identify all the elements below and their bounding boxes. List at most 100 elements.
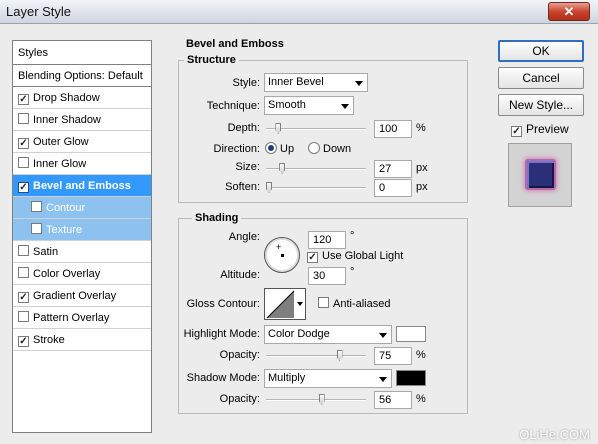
angle-unit: ° xyxy=(350,230,355,242)
angle-dial[interactable]: + xyxy=(264,237,300,273)
style-checkbox[interactable] xyxy=(18,157,29,168)
shadow-mode-label: Shadow Mode: xyxy=(186,372,260,384)
soften-label: Soften: xyxy=(225,181,260,193)
depth-input[interactable]: 100 xyxy=(374,120,412,138)
style-item-label: Inner Shadow xyxy=(33,114,101,126)
ok-button[interactable]: OK xyxy=(498,40,584,62)
angle-label: Angle: xyxy=(228,231,260,243)
style-item-texture[interactable]: Texture xyxy=(13,219,151,241)
style-item-pattern-overlay[interactable]: Pattern Overlay xyxy=(13,307,151,329)
depth-label: Depth: xyxy=(227,122,260,134)
style-item-satin[interactable]: Satin xyxy=(13,241,151,263)
style-item-label: Color Overlay xyxy=(33,268,101,280)
shadow-opacity-input[interactable]: 56 xyxy=(374,391,412,409)
style-item-color-overlay[interactable]: Color Overlay xyxy=(13,263,151,285)
style-checkbox[interactable] xyxy=(18,267,29,278)
highlight-opacity-slider[interactable] xyxy=(266,350,366,361)
direction-up-label: Up xyxy=(280,143,295,155)
shadow-opacity-label: Opacity: xyxy=(219,393,260,405)
dialog-client: Styles Blending Options: Default ✓ Drop S… xyxy=(0,24,598,444)
style-checkbox[interactable]: ✓ xyxy=(18,292,29,303)
style-item-drop-shadow[interactable]: ✓ Drop Shadow xyxy=(13,87,151,109)
direction-down-label: Down xyxy=(323,143,352,155)
style-item-outer-glow[interactable]: ✓ Outer Glow xyxy=(13,131,151,153)
altitude-input[interactable]: 30 xyxy=(308,267,346,285)
highlight-opacity-label: Opacity: xyxy=(219,349,260,361)
anti-aliased-checkbox[interactable] xyxy=(318,297,329,308)
style-item-label: Stroke xyxy=(33,334,65,346)
close-icon: ✕ xyxy=(563,4,575,19)
gloss-contour-label: Gloss Contour: xyxy=(186,298,260,310)
style-item-label: Drop Shadow xyxy=(33,92,100,104)
styles-header[interactable]: Styles xyxy=(13,41,151,65)
direction-up-radio[interactable] xyxy=(265,142,277,154)
bevel-emboss-title: Bevel and Emboss xyxy=(186,38,284,50)
style-checkbox[interactable] xyxy=(18,245,29,256)
highlight-color-swatch[interactable] xyxy=(396,326,426,342)
global-light-row[interactable]: ✓ Use Global Light xyxy=(307,250,403,263)
style-item-contour[interactable]: Contour xyxy=(13,197,151,219)
soften-unit: px xyxy=(416,181,428,193)
style-item-gradient-overlay[interactable]: ✓ Gradient Overlay xyxy=(13,285,151,307)
style-checkbox[interactable]: ✓ xyxy=(18,336,29,347)
soften-slider[interactable] xyxy=(266,182,366,193)
style-checkbox[interactable] xyxy=(31,223,42,234)
structure-title: Structure xyxy=(184,54,239,66)
style-item-label: Bevel and Emboss xyxy=(33,180,131,192)
size-slider[interactable] xyxy=(266,163,366,174)
anti-aliased-row[interactable]: Anti-aliased xyxy=(318,297,390,310)
style-checkbox[interactable]: ✓ xyxy=(18,94,29,105)
highlight-mode-value: Color Dodge xyxy=(268,328,330,340)
depth-slider[interactable] xyxy=(266,123,366,134)
style-item-inner-shadow[interactable]: Inner Shadow xyxy=(13,109,151,131)
gloss-contour-picker[interactable] xyxy=(264,288,306,320)
style-checkbox[interactable] xyxy=(18,113,29,124)
shadow-color-swatch[interactable] xyxy=(396,370,426,386)
altitude-unit: ° xyxy=(350,266,355,278)
technique-dropdown-value: Smooth xyxy=(268,99,306,111)
size-unit: px xyxy=(416,162,428,174)
highlight-mode-label: Highlight Mode: xyxy=(183,328,260,340)
preview-checkbox-row[interactable]: ✓ Preview xyxy=(511,122,569,137)
crosshair-icon: + xyxy=(276,242,282,252)
highlight-opacity-input[interactable]: 75 xyxy=(374,347,412,365)
technique-dropdown[interactable]: Smooth xyxy=(264,96,354,115)
style-checkbox[interactable]: ✓ xyxy=(18,182,29,193)
style-checkbox[interactable]: ✓ xyxy=(18,138,29,149)
style-item-bevel-and-emboss[interactable]: ✓ Bevel and Emboss xyxy=(13,175,151,197)
angle-dial-center xyxy=(281,254,284,257)
angle-input[interactable]: 120 xyxy=(308,231,346,249)
contour-preview-icon xyxy=(266,290,295,319)
cancel-button[interactable]: Cancel xyxy=(498,67,584,89)
close-button[interactable]: ✕ xyxy=(548,2,590,21)
global-light-label: Use Global Light xyxy=(322,250,404,262)
chevron-down-icon xyxy=(379,333,387,338)
style-checkbox[interactable] xyxy=(31,201,42,212)
chevron-down-icon xyxy=(341,104,349,109)
style-item-label: Contour xyxy=(46,202,86,214)
depth-unit: % xyxy=(416,122,426,134)
chevron-down-icon xyxy=(379,377,387,382)
title-bar[interactable]: Layer Style ✕ xyxy=(0,0,598,24)
style-checkbox[interactable] xyxy=(18,311,29,322)
shadow-mode-dropdown[interactable]: Multiply xyxy=(264,369,392,388)
global-light-checkbox[interactable]: ✓ xyxy=(307,252,318,263)
style-dropdown[interactable]: Inner Bevel xyxy=(264,73,368,92)
blending-options-item[interactable]: Blending Options: Default xyxy=(13,65,151,87)
preview-checkbox[interactable]: ✓ xyxy=(511,126,522,137)
style-item-label: Pattern Overlay xyxy=(33,312,110,324)
window-title: Layer Style xyxy=(6,4,72,19)
style-item-label: Inner Glow xyxy=(33,158,87,170)
chevron-down-icon xyxy=(355,81,363,86)
new-style-button[interactable]: New Style... xyxy=(498,94,584,116)
style-item-inner-glow[interactable]: Inner Glow xyxy=(13,153,151,175)
shadow-opacity-slider[interactable] xyxy=(266,394,366,405)
style-item-stroke[interactable]: ✓ Stroke xyxy=(13,329,151,351)
highlight-mode-dropdown[interactable]: Color Dodge xyxy=(264,325,392,344)
direction-down-radio[interactable] xyxy=(308,142,320,154)
soften-input[interactable]: 0 xyxy=(374,179,412,197)
size-input[interactable]: 27 xyxy=(374,160,412,178)
style-preview xyxy=(508,143,572,207)
anti-aliased-label: Anti-aliased xyxy=(333,298,391,310)
preview-thumbnail xyxy=(525,159,556,190)
